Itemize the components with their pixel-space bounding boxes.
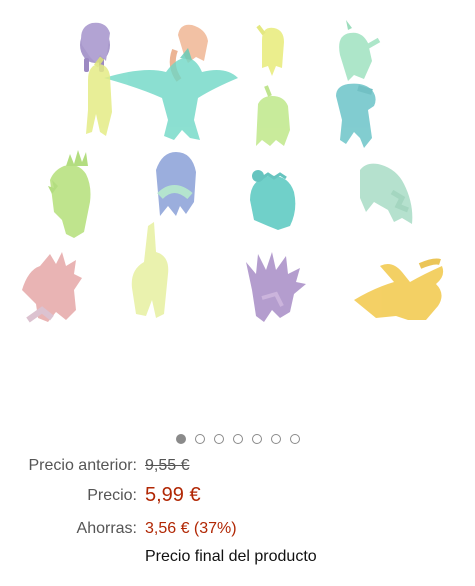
dinosaur-figures-photo <box>22 20 444 323</box>
dino-figure-pink-spinosaurus <box>22 252 82 323</box>
savings-label: Ahorras: <box>76 520 137 537</box>
dino-figure-mint-triceratops <box>360 163 413 224</box>
dino-figure-stegosaurus-green <box>48 150 91 238</box>
carousel-dot-3[interactable] <box>213 434 224 444</box>
savings-row: Ahorras: 3,56 € (37%) <box>0 520 475 550</box>
dino-figure-lightgreen-mid <box>256 85 290 146</box>
savings-value: 3,56 € (37%) <box>145 520 237 537</box>
carousel-dot-4[interactable] <box>232 434 243 444</box>
current-price-label: Precio: <box>87 487 137 504</box>
dino-figure-yellow-plesiosaur <box>354 258 444 320</box>
carousel-dot-6[interactable] <box>270 434 281 444</box>
current-price-value: 5,99 € <box>145 484 201 506</box>
previous-price-row: Precio anterior: 9,55 € <box>0 457 475 487</box>
dino-figure-ankylosaurus-teal <box>250 170 296 230</box>
carousel-dot-1[interactable] <box>175 434 186 444</box>
carousel-dot-7[interactable] <box>289 434 300 444</box>
dino-figure-mint-top <box>339 20 381 81</box>
carousel-dot-5[interactable] <box>251 434 262 444</box>
final-price-note: Precio final del producto <box>145 548 317 565</box>
carousel-dot-2[interactable] <box>194 434 205 444</box>
previous-price-label: Precio anterior: <box>28 457 138 474</box>
product-page: Precio anterior: 9,55 € Precio: 5,99 € A… <box>0 0 475 586</box>
dino-figure-yellow-brachiosaurus <box>131 222 169 318</box>
previous-price-value: 9,55 € <box>145 457 190 474</box>
dino-figure-yellow-top <box>256 24 284 76</box>
product-image[interactable] <box>0 0 475 430</box>
image-carousel-dots <box>0 434 475 448</box>
dino-figure-blue-small <box>156 152 196 216</box>
current-price-row: Precio: 5,99 € <box>0 484 475 514</box>
dino-figure-purple-spiky <box>246 252 306 322</box>
dino-figure-teal-trex <box>336 83 376 148</box>
dino-figure-yellow-standing <box>86 56 112 136</box>
